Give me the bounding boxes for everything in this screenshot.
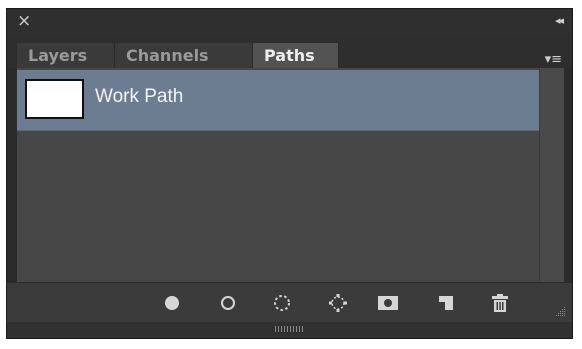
delete-path-icon[interactable] — [487, 291, 513, 315]
panel-menu-icon[interactable]: ▾≡ — [545, 53, 562, 66]
tab-channels[interactable]: Channels — [115, 43, 253, 68]
load-selection-icon[interactable] — [269, 291, 295, 315]
panel-bottom-bar — [7, 322, 572, 338]
vertical-scrollbar[interactable] — [539, 68, 564, 282]
path-row-work-path[interactable]: Work Path — [17, 70, 539, 131]
path-thumbnail — [25, 79, 84, 119]
fill-path-icon[interactable] — [159, 291, 185, 315]
tab-paths[interactable]: Paths — [253, 43, 339, 68]
panel-tab-bar: Layers Channels Paths ▾≡ — [7, 35, 572, 68]
panel-footer-toolbar — [7, 282, 572, 322]
panel-titlebar[interactable]: × ◂◂ — [7, 9, 572, 35]
resize-grip-icon[interactable] — [554, 304, 566, 316]
path-name: Work Path — [95, 86, 184, 107]
make-work-path-icon[interactable] — [325, 291, 351, 315]
tab-layers[interactable]: Layers — [17, 43, 115, 68]
new-path-icon[interactable] — [433, 291, 459, 315]
paths-panel: × ◂◂ Layers Channels Paths ▾≡ Work Path — [6, 8, 573, 339]
add-mask-icon[interactable] — [375, 291, 401, 315]
stroke-path-icon[interactable] — [215, 291, 241, 315]
drag-handle-icon[interactable] — [275, 326, 305, 332]
collapse-icon[interactable]: ◂◂ — [555, 14, 564, 27]
paths-list: Work Path — [17, 68, 539, 282]
close-icon[interactable]: × — [17, 12, 31, 30]
